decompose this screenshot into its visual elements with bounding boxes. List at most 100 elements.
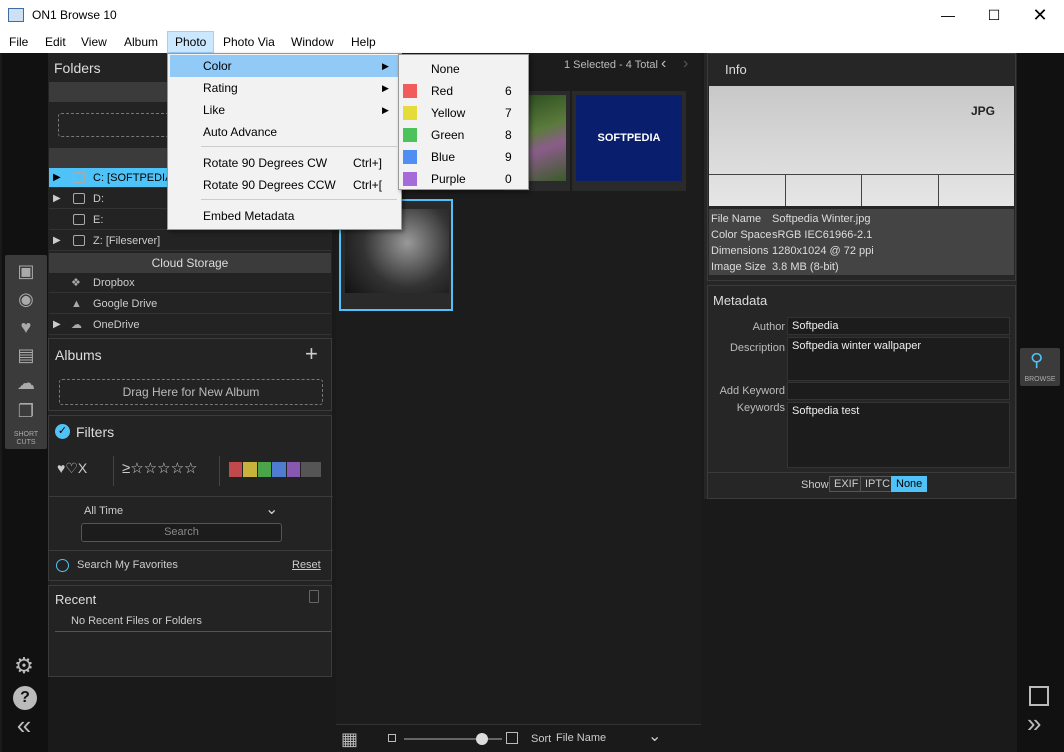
maximize-button[interactable]: ☐	[971, 0, 1017, 31]
cloud-row-google-drive[interactable]: ▲ Google Drive	[49, 294, 331, 314]
drive-icon[interactable]: ▤	[14, 345, 38, 365]
zoom-slider-handle[interactable]	[476, 733, 489, 745]
cloud-row-onedrive[interactable]: ▶ ☁ OneDrive	[49, 315, 331, 335]
expand-icon[interactable]	[1029, 686, 1049, 706]
album-drop-zone[interactable]: Drag Here for New Album	[59, 379, 323, 405]
menu-item-rotate-ccw[interactable]: Rotate 90 Degrees CCW Ctrl+[	[170, 174, 399, 196]
expand-arrow-icon[interactable]: ▶	[53, 315, 61, 335]
metadata-title: Metadata	[713, 293, 768, 308]
add-keyword-field[interactable]	[787, 382, 1010, 400]
histogram-grid	[709, 174, 1014, 206]
cloud-row-dropbox[interactable]: ❖ Dropbox	[49, 273, 331, 293]
submenu-arrow-icon: ▶	[382, 105, 389, 115]
computer-icon[interactable]: ▣	[14, 261, 38, 281]
search-input[interactable]: Search	[81, 523, 282, 542]
color-item-yellow[interactable]: Yellow 7	[400, 102, 527, 124]
prev-arrow-icon[interactable]: ‹	[661, 55, 666, 73]
menu-item-like[interactable]: Like ▶	[170, 99, 399, 121]
color-filter-purple[interactable]	[286, 462, 300, 477]
color-item-blue[interactable]: Blue 9	[400, 146, 527, 168]
color-item-none[interactable]: None	[400, 58, 527, 80]
camera-icon[interactable]: ◉	[14, 289, 38, 309]
submenu-arrow-icon: ▶	[382, 61, 389, 71]
thumbnail[interactable]: SOFTPEDIA	[572, 91, 686, 191]
add-album-icon[interactable]: +	[305, 341, 318, 367]
albums-icon[interactable]: ❐	[14, 401, 38, 421]
search-favorites-radio[interactable]	[56, 559, 69, 572]
browse-icon: ⚲	[1030, 350, 1044, 370]
favorite-folder-icon[interactable]: ♥	[14, 317, 38, 337]
albums-section: Albums + Drag Here for New Album	[48, 338, 332, 411]
search-favorites-label[interactable]: Search My Favorites	[77, 559, 178, 571]
rating-filter[interactable]: ≥☆☆☆☆☆	[122, 459, 197, 477]
keywords-field[interactable]: Softpedia test	[787, 402, 1010, 468]
menu-file[interactable]: File	[2, 31, 35, 53]
collapse-right-icon[interactable]: »	[1027, 708, 1041, 739]
info-label: Color Space	[711, 229, 772, 241]
info-title: Info	[725, 62, 747, 77]
folder-row-z[interactable]: ▶ Z: [Fileserver]	[49, 231, 331, 251]
menu-item-embed-metadata[interactable]: Embed Metadata	[170, 205, 399, 227]
color-item-red[interactable]: Red 6	[400, 80, 527, 102]
color-filter-blue[interactable]	[272, 462, 286, 477]
browse-mode-button[interactable]: ⚲ BROWSE	[1020, 348, 1060, 386]
show-none-button[interactable]: None	[891, 476, 928, 492]
color-filter-none[interactable]	[300, 462, 322, 477]
menu-item-rating[interactable]: Rating ▶	[170, 77, 399, 99]
window-title: ON1 Browse 10	[32, 8, 117, 22]
small-thumb-icon[interactable]	[388, 734, 396, 742]
close-button[interactable]: ✕	[1017, 0, 1063, 31]
divider	[219, 456, 220, 486]
like-filter[interactable]: ♥♡X	[57, 460, 87, 477]
info-value: Softpedia Winter.jpg	[772, 213, 871, 225]
purple-swatch	[403, 172, 417, 186]
chevron-down-icon[interactable]: ⌄	[265, 499, 278, 519]
folders-title: Folders	[54, 60, 101, 76]
color-filter[interactable]	[229, 462, 322, 477]
trash-icon[interactable]	[309, 590, 319, 603]
time-select[interactable]: All Time	[84, 505, 123, 517]
grid-view-icon[interactable]: ▦	[341, 729, 358, 750]
collapse-left-icon[interactable]: «	[12, 712, 36, 738]
show-exif-button[interactable]: EXIF	[829, 476, 864, 492]
color-filter-yellow[interactable]	[243, 462, 257, 477]
menu-help[interactable]: Help	[344, 31, 383, 53]
color-item-green[interactable]: Green 8	[400, 124, 527, 146]
large-thumb-icon[interactable]	[506, 732, 518, 744]
help-icon[interactable]: ?	[13, 686, 37, 710]
menu-photo[interactable]: Photo	[167, 31, 215, 53]
selection-status: 1 Selected - 4 Total	[564, 59, 658, 71]
reset-link[interactable]: Reset	[292, 559, 321, 571]
color-filter-green[interactable]	[257, 462, 272, 477]
menu-album[interactable]: Album	[117, 31, 165, 53]
color-item-purple[interactable]: Purple 0	[400, 168, 527, 190]
menu-view[interactable]: View	[74, 31, 114, 53]
menu-photo-via[interactable]: Photo Via	[216, 31, 282, 53]
description-field[interactable]: Softpedia winter wallpaper	[787, 337, 1010, 381]
expand-arrow-icon[interactable]: ▶	[53, 168, 61, 188]
chevron-down-icon[interactable]: ⌄	[648, 726, 661, 746]
shortcuts-label: SHORT CUTS	[13, 431, 39, 446]
author-field[interactable]: Softpedia	[787, 317, 1010, 335]
description-label: Description	[729, 342, 785, 354]
menu-item-color[interactable]: Color ▶	[170, 55, 399, 77]
menu-edit[interactable]: Edit	[38, 31, 73, 53]
cloud-icon[interactable]: ☁	[14, 373, 38, 393]
next-arrow-icon[interactable]: ›	[683, 55, 688, 73]
gear-icon[interactable]: ⚙	[12, 655, 36, 677]
color-filter-red[interactable]	[229, 462, 243, 477]
filters-section: ✓ Filters ♥♡X ≥☆☆☆☆☆ All Time ⌄ Search S…	[48, 415, 333, 581]
menu-item-rotate-cw[interactable]: Rotate 90 Degrees CW Ctrl+]	[170, 152, 399, 174]
show-iptc-button[interactable]: IPTC	[860, 476, 896, 492]
menu-item-auto-advance[interactable]: Auto Advance	[170, 121, 399, 143]
network-drive-icon	[73, 235, 85, 246]
sort-select[interactable]: File Name	[556, 732, 606, 744]
expand-arrow-icon[interactable]: ▶	[53, 189, 61, 209]
minimize-button[interactable]: —	[925, 0, 971, 31]
red-swatch	[403, 84, 417, 98]
expand-arrow-icon[interactable]: ▶	[53, 231, 61, 251]
menu-window[interactable]: Window	[284, 31, 341, 53]
cloud-storage-header[interactable]: Cloud Storage	[49, 253, 331, 273]
divider	[113, 456, 114, 486]
filters-enabled-checkbox[interactable]: ✓	[55, 424, 70, 439]
